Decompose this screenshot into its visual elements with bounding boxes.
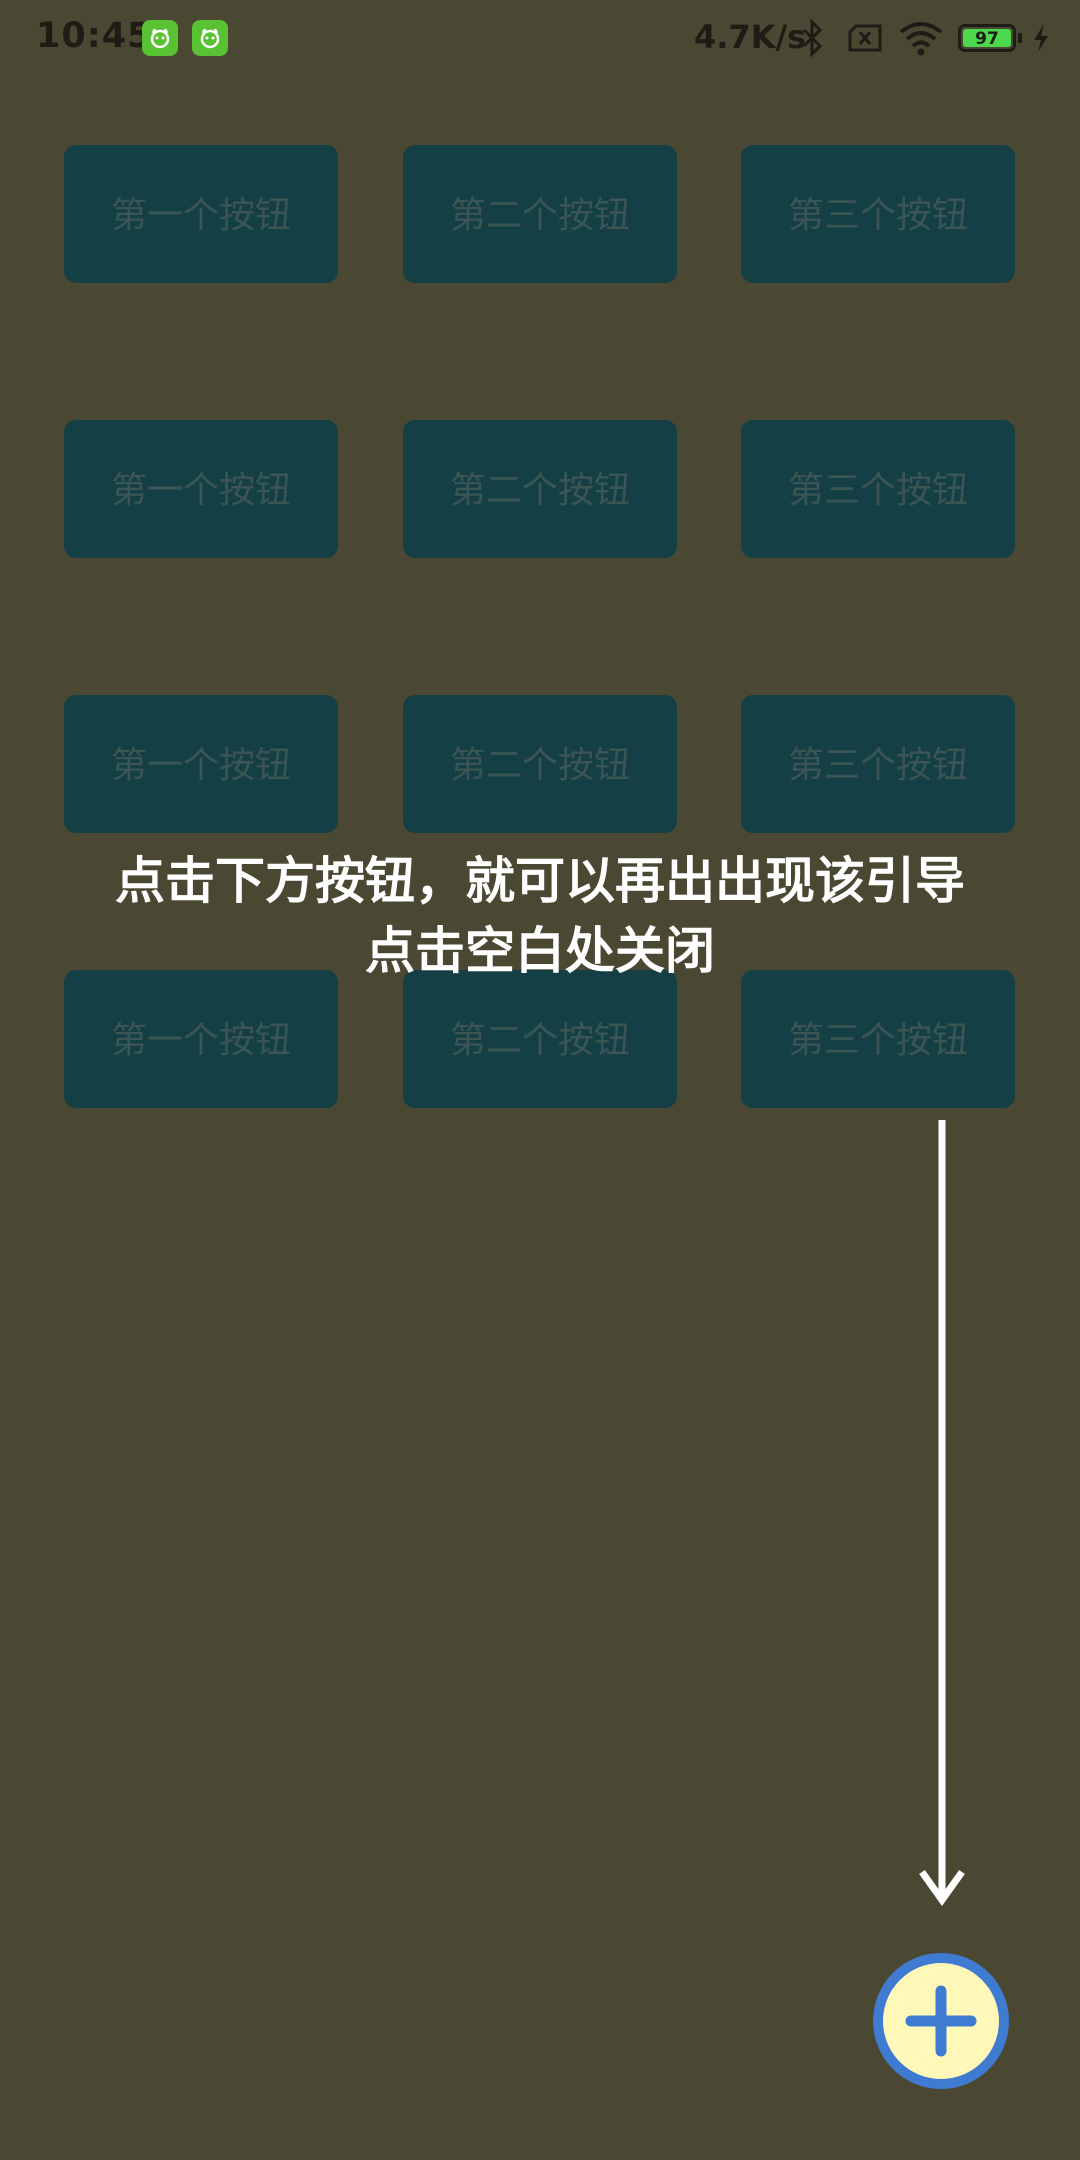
sim-off-icon <box>846 18 884 62</box>
third-button[interactable]: 第三个按钮 <box>741 970 1015 1108</box>
guide-overlay-screen[interactable]: 10:45 4.7K/s 97 第一个按钮 第二个按钮 第三个按钮 第一个按钮 … <box>0 0 1080 2160</box>
first-button[interactable]: 第一个按钮 <box>64 695 338 833</box>
status-bar: 10:45 4.7K/s 97 <box>0 0 1080 78</box>
charging-icon <box>1030 18 1052 62</box>
bluetooth-icon <box>800 18 824 62</box>
battery-cap <box>1018 33 1022 43</box>
second-button[interactable]: 第二个按钮 <box>403 970 677 1108</box>
notification-app-icon <box>192 20 228 56</box>
fab-inner <box>883 1963 999 2079</box>
network-speed: 4.7K/s <box>694 18 807 56</box>
battery-level: 97 <box>963 29 1011 49</box>
status-time: 10:45 <box>36 16 153 56</box>
third-button[interactable]: 第三个按钮 <box>741 420 1015 558</box>
first-button[interactable]: 第一个按钮 <box>64 970 338 1108</box>
add-fab-button[interactable] <box>873 1953 1009 2089</box>
wifi-icon <box>898 18 944 62</box>
first-button[interactable]: 第一个按钮 <box>64 145 338 283</box>
second-button[interactable]: 第二个按钮 <box>403 145 677 283</box>
guide-line-1: 点击下方按钮，就可以再出出现该引导 <box>115 852 965 910</box>
arrow-down-icon <box>919 1120 965 1907</box>
third-button[interactable]: 第三个按钮 <box>741 695 1015 833</box>
guide-message: 点击下方按钮，就可以再出出现该引导 点击空白处关闭 <box>0 846 1080 986</box>
plus-icon <box>905 1985 977 2057</box>
second-button[interactable]: 第二个按钮 <box>403 420 677 558</box>
second-button[interactable]: 第二个按钮 <box>403 695 677 833</box>
guide-line-2: 点击空白处关闭 <box>365 922 715 980</box>
battery-icon: 97 <box>958 24 1016 52</box>
notification-app-icon <box>142 20 178 56</box>
first-button[interactable]: 第一个按钮 <box>64 420 338 558</box>
third-button[interactable]: 第三个按钮 <box>741 145 1015 283</box>
